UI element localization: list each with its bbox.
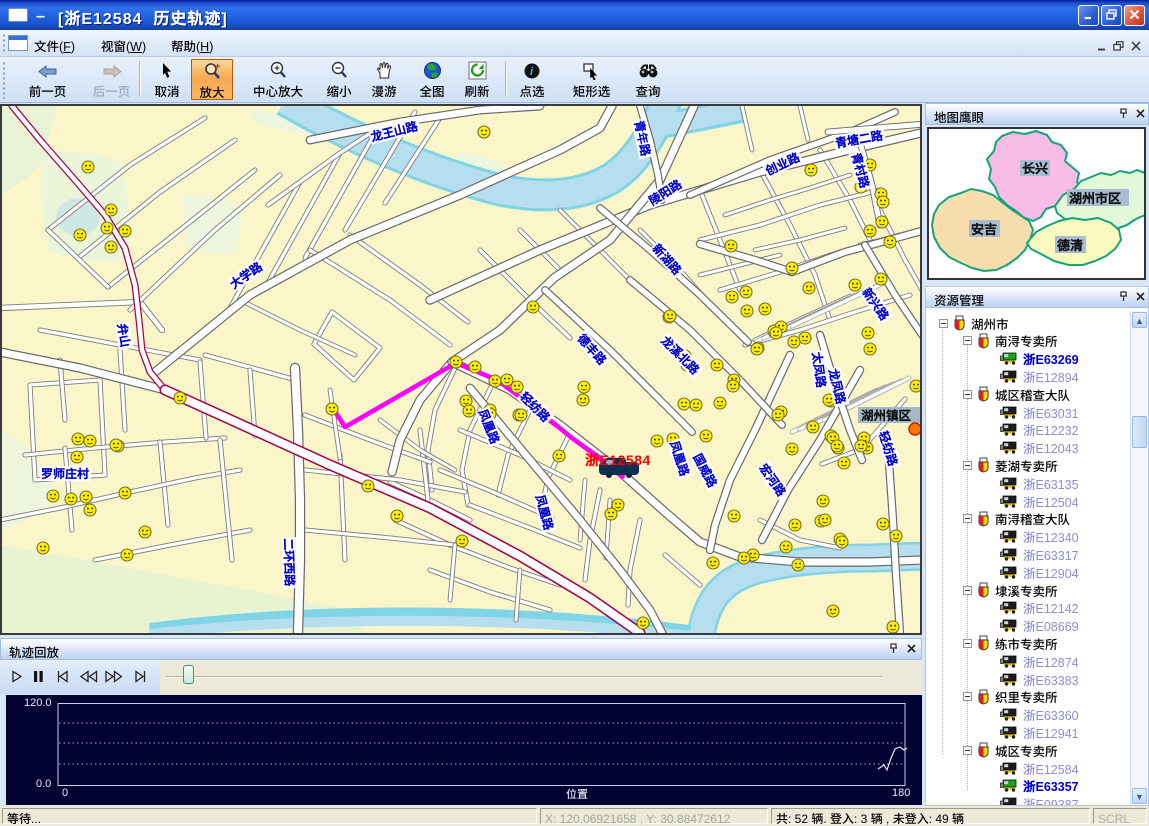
svg-text:安吉: 安吉 <box>971 219 997 238</box>
svg-text:二环西路: 二环西路 <box>280 538 299 588</box>
svg-text:湖州镇区: 湖州镇区 <box>861 405 912 424</box>
svg-text:位置: 位置 <box>566 786 588 802</box>
svg-text:180: 180 <box>892 784 910 800</box>
svg-text:长兴: 长兴 <box>1022 158 1048 177</box>
svg-text:德清: 德清 <box>1056 235 1083 254</box>
svg-text:0.0: 0.0 <box>36 775 51 791</box>
svg-text:浙E12584: 浙E12584 <box>585 450 651 470</box>
svg-text:湖州市区: 湖州市区 <box>1069 188 1121 207</box>
svg-text:0: 0 <box>62 784 68 800</box>
svg-text:罗师庄村: 罗师庄村 <box>41 465 89 482</box>
svg-text:+: + <box>215 62 220 72</box>
svg-text:120.0: 120.0 <box>24 695 52 710</box>
